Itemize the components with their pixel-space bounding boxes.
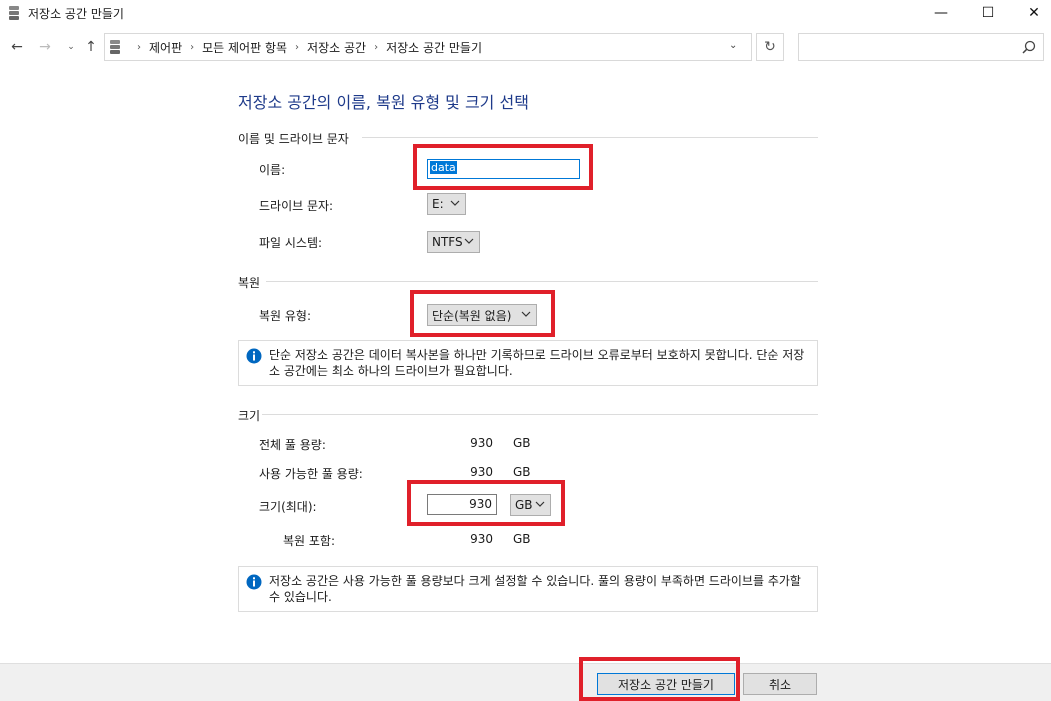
total-capacity-label: 전체 풀 용량: — [259, 438, 326, 452]
including-resiliency-value: 930 — [470, 532, 493, 546]
breadcrumb-separator[interactable]: › — [374, 42, 378, 53]
including-resiliency-unit: GB — [513, 532, 531, 546]
size-info-text: 저장소 공간은 사용 가능한 풀 용량보다 크게 설정할 수 있습니다. 풀의 … — [269, 574, 801, 604]
back-button[interactable]: ← — [8, 37, 26, 57]
file-system-select[interactable]: NTFS — [427, 231, 480, 253]
breadcrumb-separator[interactable]: › — [190, 42, 194, 53]
breadcrumb-create-storage-space[interactable]: 저장소 공간 만들기 — [386, 39, 482, 56]
dialog-footer — [0, 663, 1051, 701]
size-info-box: 저장소 공간은 사용 가능한 풀 용량보다 크게 설정할 수 있습니다. 풀의 … — [238, 566, 818, 612]
section-divider — [266, 281, 818, 282]
including-resiliency-label: 복원 포함: — [283, 534, 336, 548]
resiliency-info-text: 단순 저장소 공간은 데이터 복사본을 하나만 기록하므로 드라이브 오류로부터… — [269, 348, 805, 378]
info-icon — [246, 348, 262, 364]
available-capacity-unit: GB — [513, 465, 531, 479]
highlight-box — [413, 144, 593, 190]
up-button[interactable]: ↑ — [82, 37, 100, 57]
address-bar[interactable]: › 제어판 › 모든 제어판 항목 › 저장소 공간 › 저장소 공간 만들기 … — [104, 33, 752, 61]
section-name-drive: 이름 및 드라이브 문자 — [238, 132, 349, 146]
section-size: 크기 — [238, 409, 261, 423]
search-input[interactable] — [798, 33, 1044, 61]
file-system-value: NTFS — [432, 235, 463, 249]
address-dropdown-icon[interactable]: ⌄ — [729, 40, 737, 51]
storage-spaces-icon — [110, 40, 120, 54]
minimize-button[interactable]: — — [918, 0, 964, 26]
drive-letter-select[interactable]: E: — [427, 193, 466, 215]
section-divider — [262, 414, 818, 415]
forward-button[interactable]: → — [36, 37, 54, 57]
cancel-button[interactable]: 취소 — [743, 673, 817, 695]
refresh-button[interactable]: ↻ — [756, 33, 784, 61]
available-capacity-label: 사용 가능한 풀 용량: — [259, 467, 363, 481]
navigation-bar: ← → ⌄ ↑ › 제어판 › 모든 제어판 항목 › 저장소 공간 › 저장소… — [0, 28, 1051, 66]
title-bar: 저장소 공간 만들기 — ☐ ✕ — [0, 0, 1051, 26]
info-icon — [246, 574, 262, 590]
resiliency-info-box: 단순 저장소 공간은 데이터 복사본을 하나만 기록하므로 드라이브 오류로부터… — [238, 340, 818, 386]
breadcrumb-all-items[interactable]: 모든 제어판 항목 — [202, 39, 287, 56]
available-capacity-value: 930 — [470, 465, 493, 479]
close-button[interactable]: ✕ — [1011, 0, 1051, 26]
maximize-button[interactable]: ☐ — [965, 0, 1011, 26]
storage-spaces-icon — [9, 6, 19, 20]
section-divider — [362, 137, 818, 138]
name-label: 이름: — [259, 163, 286, 177]
file-system-label: 파일 시스템: — [259, 236, 323, 250]
chevron-down-icon — [450, 200, 460, 206]
drive-letter-label: 드라이브 문자: — [259, 199, 334, 213]
window-title: 저장소 공간 만들기 — [28, 7, 124, 21]
breadcrumb-storage-spaces[interactable]: 저장소 공간 — [307, 39, 366, 56]
highlight-box — [407, 480, 565, 526]
breadcrumb-separator: › — [137, 41, 141, 53]
search-icon — [1022, 40, 1036, 54]
section-resiliency: 복원 — [238, 276, 261, 290]
drive-letter-value: E: — [432, 197, 444, 211]
resiliency-type-label: 복원 유형: — [259, 309, 312, 323]
recent-locations-button[interactable]: ⌄ — [62, 37, 80, 57]
max-size-label: 크기(최대): — [259, 500, 317, 514]
breadcrumb-separator[interactable]: › — [295, 42, 299, 53]
total-capacity-value: 930 — [470, 436, 493, 450]
total-capacity-unit: GB — [513, 436, 531, 450]
highlight-box — [579, 657, 740, 701]
highlight-box — [410, 290, 555, 337]
chevron-down-icon — [464, 238, 474, 244]
page-title: 저장소 공간의 이름, 복원 유형 및 크기 선택 — [238, 93, 529, 112]
breadcrumb-control-panel[interactable]: 제어판 — [149, 39, 182, 56]
breadcrumb: › 제어판 › 모든 제어판 항목 › 저장소 공간 › 저장소 공간 만들기 — [129, 34, 482, 60]
